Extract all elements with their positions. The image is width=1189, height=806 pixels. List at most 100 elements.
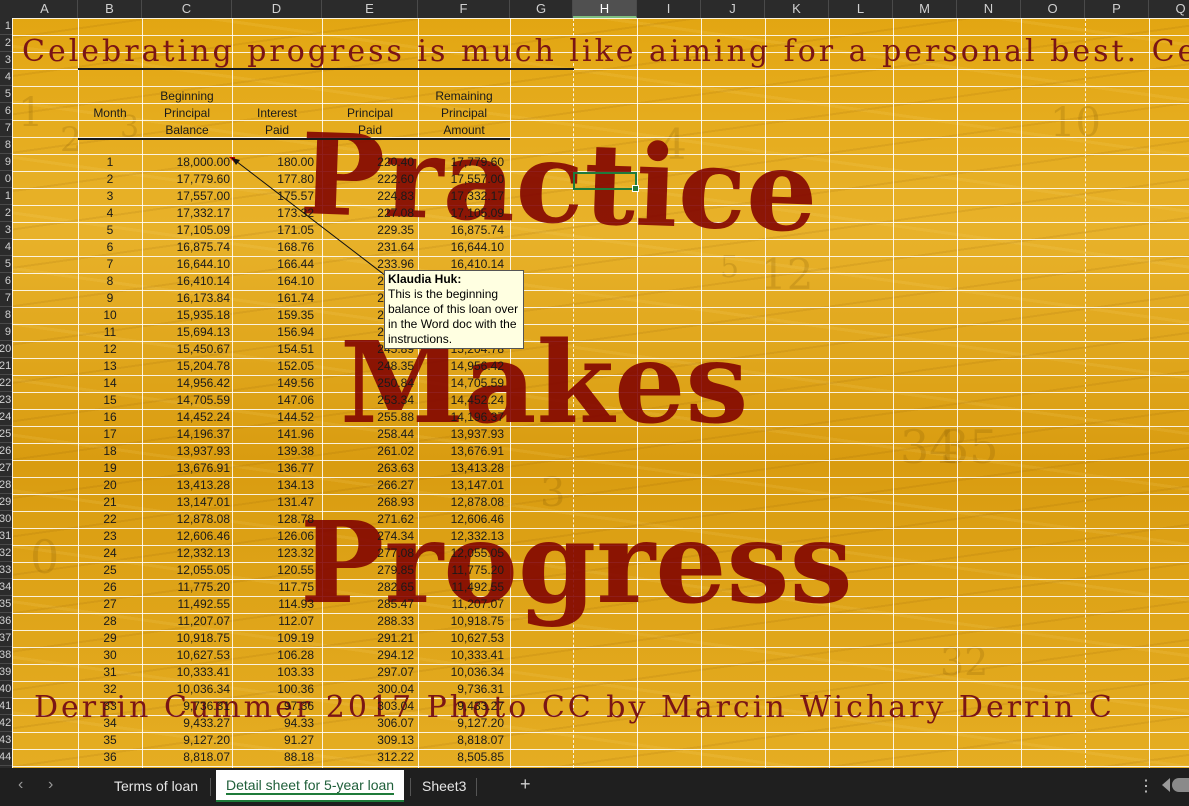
cell-beginning-balance[interactable]: 14,956.42 (142, 375, 230, 392)
cell-interest-paid[interactable]: 141.96 (232, 426, 314, 443)
tab-detail-sheet[interactable]: Detail sheet for 5-year loan (216, 770, 405, 802)
cell-principal-paid[interactable]: 271.62 (322, 511, 414, 528)
cell-principal-paid[interactable]: 250.84 (322, 375, 414, 392)
cell-month[interactable]: 7 (78, 256, 142, 273)
cell-interest-paid[interactable]: 147.06 (232, 392, 314, 409)
cell-principal-paid[interactable]: 255.88 (322, 409, 414, 426)
add-sheet-button[interactable]: + (520, 774, 531, 795)
cell-beginning-balance[interactable]: 11,775.20 (142, 579, 231, 596)
row-header[interactable]: 25 (0, 426, 12, 443)
column-header-f[interactable]: F (418, 0, 510, 18)
cell-month[interactable]: 11 (78, 324, 142, 341)
tab-sheet3[interactable]: Sheet3 (412, 771, 476, 801)
cell-beginning-balance[interactable]: 15,204.78 (142, 358, 230, 375)
row-header[interactable]: 6 (0, 103, 12, 120)
cell-principal-paid[interactable]: 222.60 (322, 171, 414, 188)
cell-month[interactable]: 1 (78, 154, 142, 171)
cell-remaining-amount[interactable]: 17,557.00 (418, 171, 504, 188)
row-header[interactable]: 39 (0, 664, 12, 681)
cell-interest-paid[interactable]: 166.44 (232, 256, 314, 273)
cell-remaining-amount[interactable]: 10,918.75 (418, 613, 504, 630)
cell-month[interactable]: 19 (78, 460, 142, 477)
cell-interest-paid[interactable]: 164.10 (232, 273, 314, 290)
cell-month[interactable]: 31 (78, 664, 142, 681)
cell-month[interactable]: 3 (78, 188, 142, 205)
cell-interest-paid[interactable]: 156.94 (232, 324, 314, 341)
cell-interest-paid[interactable]: 131.47 (232, 494, 314, 511)
cell-month[interactable]: 15 (78, 392, 142, 409)
cell-principal-paid[interactable]: 268.93 (322, 494, 414, 511)
cell-beginning-balance[interactable]: 12,606.46 (142, 528, 230, 545)
row-header[interactable]: 40 (0, 681, 12, 698)
row-header[interactable]: 28 (0, 477, 12, 494)
cell-interest-paid[interactable]: 180.00 (232, 154, 314, 171)
cell-remaining-amount[interactable]: 14,956.42 (418, 358, 504, 375)
cell-remaining-amount[interactable]: 8,818.07 (418, 732, 504, 749)
cell-principal-paid[interactable]: 306.07 (322, 715, 414, 732)
cell-principal-paid[interactable]: 294.12 (322, 647, 414, 664)
row-header[interactable]: 3 (0, 222, 12, 239)
cell-interest-paid[interactable]: 175.57 (232, 188, 314, 205)
cell-beginning-balance[interactable]: 9,127.20 (142, 732, 230, 749)
cell-principal-paid[interactable]: 227.08 (322, 205, 414, 222)
cell-remaining-amount[interactable]: 12,332.13 (418, 528, 504, 545)
cell-month[interactable]: 30 (78, 647, 142, 664)
cell-remaining-amount[interactable]: 14,196.37 (418, 409, 504, 426)
cell-remaining-amount[interactable]: 14,452.24 (418, 392, 504, 409)
cell-remaining-amount[interactable]: 9,127.20 (418, 715, 504, 732)
cell-principal-paid[interactable]: 258.44 (322, 426, 414, 443)
cell-remaining-amount[interactable]: 13,413.28 (418, 460, 504, 477)
cell-remaining-amount[interactable]: 17,332.17 (418, 188, 504, 205)
column-header-e[interactable]: E (322, 0, 418, 18)
cell-beginning-balance[interactable]: 14,196.37 (142, 426, 230, 443)
cell-month[interactable]: 14 (78, 375, 142, 392)
column-header-o[interactable]: O (1021, 0, 1085, 18)
cell-beginning-balance[interactable]: 14,705.59 (142, 392, 230, 409)
cell-beginning-balance[interactable]: 16,875.74 (142, 239, 230, 256)
cell-beginning-balance[interactable]: 12,332.13 (142, 545, 230, 562)
cell-month[interactable]: 12 (78, 341, 142, 358)
fill-handle[interactable] (632, 185, 639, 192)
cell-remaining-amount[interactable]: 12,878.08 (418, 494, 504, 511)
row-header[interactable]: 8 (0, 137, 12, 154)
cell-month[interactable]: 4 (78, 205, 142, 222)
cell-remaining-amount[interactable]: 16,644.10 (418, 239, 504, 256)
cell-interest-paid[interactable]: 117.75 (232, 579, 314, 596)
cell-month[interactable]: 28 (78, 613, 142, 630)
cell-remaining-amount[interactable]: 10,333.41 (418, 647, 504, 664)
row-header[interactable]: 26 (0, 443, 12, 460)
cell-principal-paid[interactable]: 312.22 (322, 749, 414, 766)
row-header[interactable]: 4 (0, 69, 12, 86)
cell-remaining-amount[interactable]: 10,036.34 (418, 664, 504, 681)
cell-interest-paid[interactable]: 106.28 (232, 647, 314, 664)
cell-month[interactable]: 8 (78, 273, 142, 290)
cell-interest-paid[interactable]: 159.35 (232, 307, 314, 324)
cell-remaining-amount[interactable]: 16,875.74 (418, 222, 504, 239)
cell-remaining-amount[interactable]: 12,055.05 (418, 545, 504, 562)
cell-interest-paid[interactable]: 161.74 (232, 290, 314, 307)
comment-indicator[interactable] (229, 157, 235, 163)
row-header[interactable]: 30 (0, 511, 12, 528)
cell-remaining-amount[interactable]: 8,505.85 (418, 749, 504, 766)
row-header[interactable]: 35 (0, 596, 12, 613)
active-cell-h10[interactable] (573, 172, 639, 192)
column-header-k[interactable]: K (765, 0, 829, 18)
row-header[interactable]: 32 (0, 545, 12, 562)
next-sheet-icon[interactable]: › (48, 776, 53, 794)
cell-principal-paid[interactable]: 266.27 (322, 477, 414, 494)
cell-interest-paid[interactable]: 103.33 (232, 664, 314, 681)
cell-beginning-balance[interactable]: 9,433.27 (142, 715, 230, 732)
cell-beginning-balance[interactable]: 10,036.34 (142, 681, 230, 698)
column-header-p[interactable]: P (1085, 0, 1149, 18)
column-header-g[interactable]: G (510, 0, 573, 18)
cell-interest-paid[interactable]: 126.06 (232, 528, 314, 545)
cell-beginning-balance[interactable]: 15,935.18 (142, 307, 230, 324)
cell-interest-paid[interactable]: 171.05 (232, 222, 314, 239)
cell-interest-paid[interactable]: 88.18 (232, 749, 314, 766)
cell-remaining-amount[interactable]: 14,705.59 (418, 375, 504, 392)
column-header-d[interactable]: D (232, 0, 322, 18)
cell-principal-paid[interactable]: 309.13 (322, 732, 414, 749)
column-header-c[interactable]: C (142, 0, 232, 18)
row-header[interactable]: 38 (0, 647, 12, 664)
cell-interest-paid[interactable]: 112.07 (232, 613, 314, 630)
